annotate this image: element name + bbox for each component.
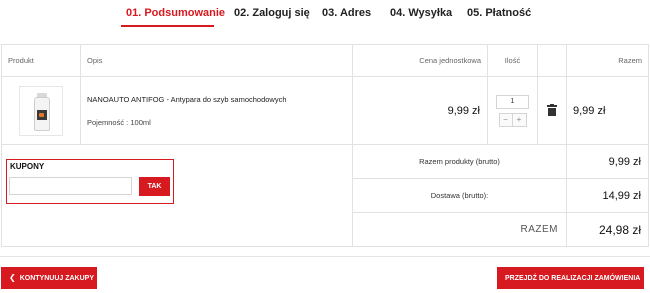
trash-icon[interactable] bbox=[547, 104, 557, 117]
cart-item-row: NANOAUTO ANTIFOG - Antypara do szyb samo… bbox=[1, 76, 649, 145]
products-total-value: 9,99 zł bbox=[566, 144, 649, 179]
step-payment[interactable]: 05. Płatność bbox=[467, 7, 531, 19]
quantity-increase-button[interactable]: + bbox=[512, 112, 527, 127]
chevron-right-icon: ❯ bbox=[643, 273, 650, 282]
header-description: Opis bbox=[80, 44, 353, 77]
header-product: Produkt bbox=[1, 44, 81, 77]
continue-shopping-label: KONTYNUUJ ZAKUPY bbox=[19, 275, 94, 282]
header-total: Razem bbox=[566, 44, 649, 77]
product-image-cell bbox=[1, 76, 81, 145]
product-image[interactable] bbox=[19, 85, 63, 136]
spray-bottle-icon bbox=[34, 96, 50, 131]
grand-total-label: RAZEM bbox=[352, 212, 567, 247]
coupon-apply-button[interactable]: TAK bbox=[139, 177, 170, 196]
step-address[interactable]: 03. Adres bbox=[322, 7, 371, 19]
header-delete bbox=[537, 44, 567, 77]
product-description-cell: NANOAUTO ANTIFOG - Antypara do szyb samo… bbox=[80, 76, 353, 145]
delete-cell bbox=[537, 76, 567, 145]
continue-shopping-button[interactable]: ❮ KONTYNUUJ ZAKUPY bbox=[1, 267, 97, 289]
checkout-steps: 01. Podsumowanie 02. Zaloguj się 03. Adr… bbox=[0, 0, 650, 28]
footer-divider bbox=[0, 256, 650, 257]
header-quantity: Ilość bbox=[487, 44, 538, 77]
cart-table: Produkt Opis Cena jednostkowa Ilość Raze… bbox=[1, 44, 649, 247]
product-option: Pojemność : 100ml bbox=[87, 117, 151, 127]
coupon-title: KUPONY bbox=[10, 162, 45, 171]
step-shipping[interactable]: 04. Wysyłka bbox=[390, 7, 452, 19]
shipping-label: Dostawa (brutto): bbox=[352, 178, 567, 213]
coupon-cell: KUPONY TAK bbox=[1, 144, 353, 247]
quantity-decrease-button[interactable]: − bbox=[498, 112, 513, 127]
active-step-indicator bbox=[121, 25, 214, 27]
header-unit-price: Cena jednostkowa bbox=[352, 44, 488, 77]
cart-header-row: Produkt Opis Cena jednostkowa Ilość Raze… bbox=[1, 44, 649, 77]
quantity-stepper: − + bbox=[488, 112, 537, 127]
coupon-input[interactable] bbox=[9, 177, 132, 195]
chevron-left-icon: ❮ bbox=[9, 273, 16, 282]
grand-total-value: 24,98 zł bbox=[566, 212, 649, 247]
shipping-value: 14,99 zł bbox=[566, 178, 649, 213]
proceed-to-checkout-label: PRZEJDŹ DO REALIZACJI ZAMÓWIENIA bbox=[505, 275, 641, 282]
product-name[interactable]: NANOAUTO ANTIFOG - Antypara do szyb samo… bbox=[87, 95, 346, 104]
step-login[interactable]: 02. Zaloguj się bbox=[234, 7, 310, 19]
quantity-cell: 1 − + bbox=[487, 76, 538, 145]
proceed-to-checkout-button[interactable]: PRZEJDŹ DO REALIZACJI ZAMÓWIENIA ❯ bbox=[497, 267, 650, 289]
products-total-label: Razem produkty (brutto) bbox=[352, 144, 567, 179]
item-total: 9,99 zł bbox=[566, 76, 649, 145]
quantity-input[interactable]: 1 bbox=[496, 94, 529, 109]
step-summary[interactable]: 01. Podsumowanie bbox=[126, 7, 225, 19]
unit-price: 9,99 zł bbox=[352, 76, 488, 145]
coupon-box: KUPONY TAK bbox=[6, 159, 174, 204]
summary-products-row: KUPONY TAK Razem produkty (brutto) 9,99 … bbox=[1, 144, 649, 247]
